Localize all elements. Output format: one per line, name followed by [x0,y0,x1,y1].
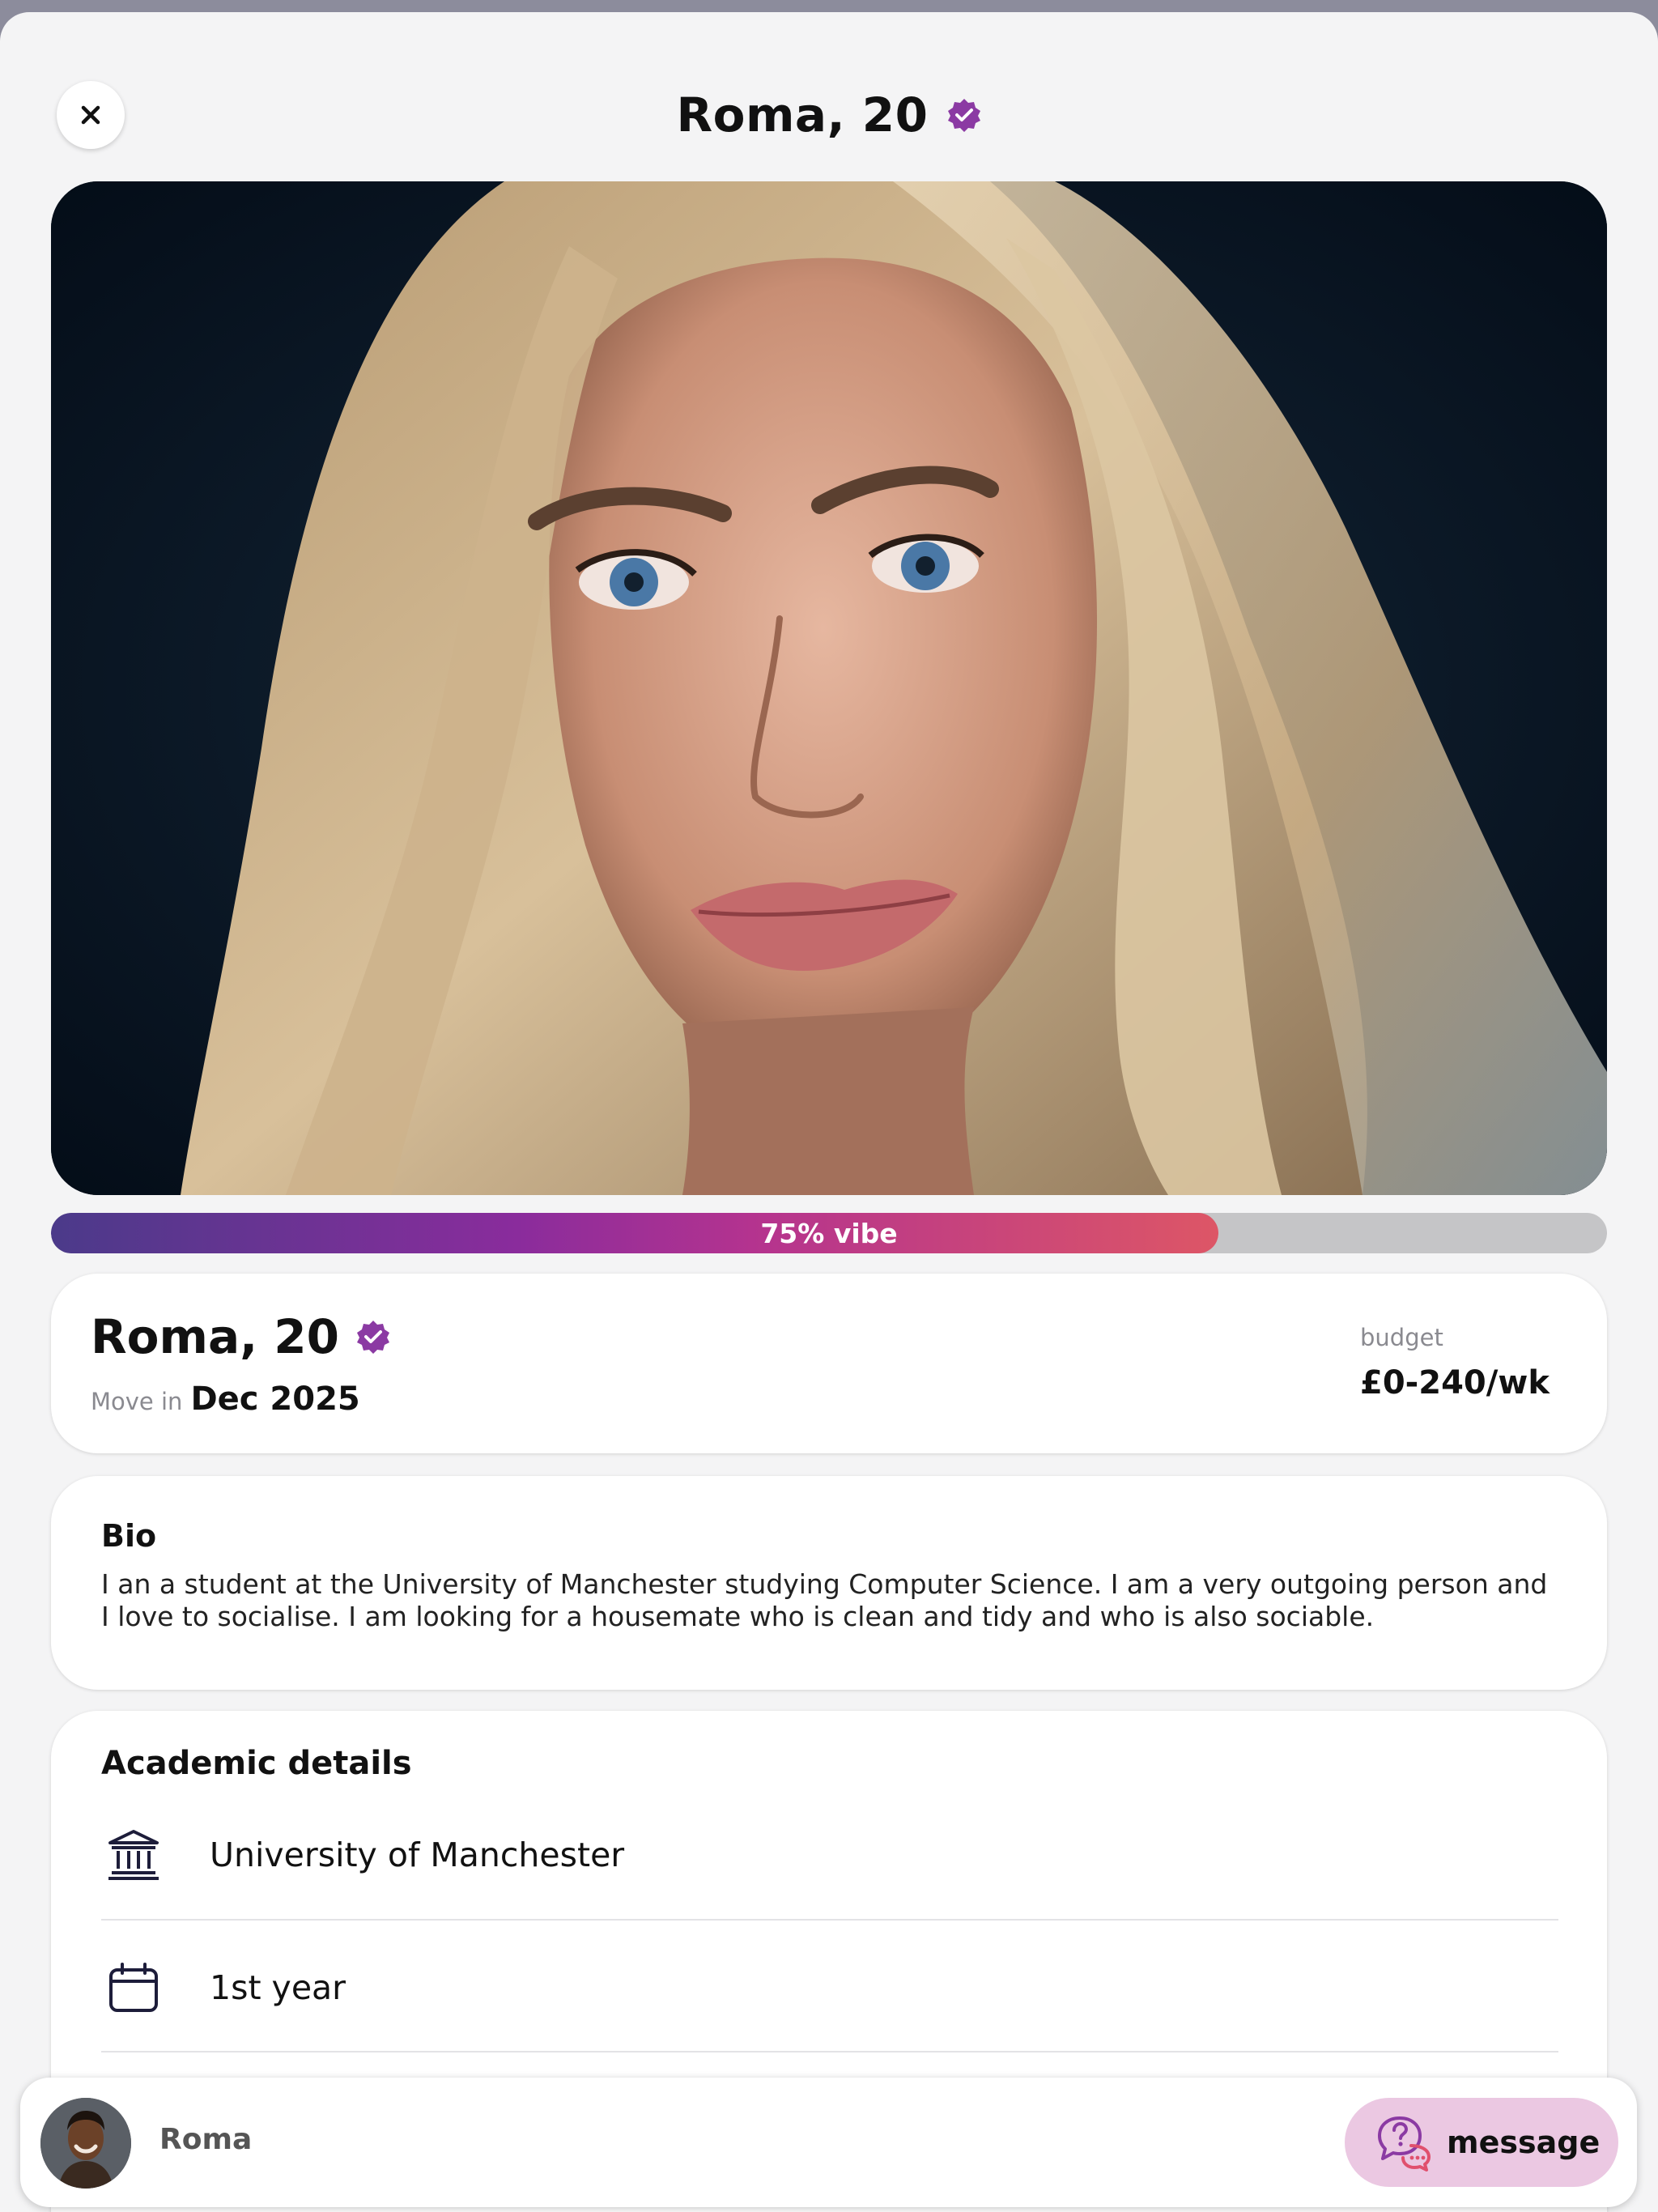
move-in-date: Dec 2025 [190,1380,360,1418]
message-button-label: message [1447,2125,1601,2160]
divider [101,1919,1558,1921]
verified-badge-icon [357,1321,390,1354]
academic-item-label: 1st year [210,1968,346,2007]
academic-item-university: University of Manchester [101,1806,1558,1904]
calendar-icon [101,1955,166,2020]
summary-name: Roma, 20 [91,1309,340,1364]
bio-card: Bio I an a student at the University of … [51,1476,1607,1690]
profile-sheet: Roma, 20 75% vibe Roma, 20 Move in Dec 2… [0,12,1658,2212]
budget-label: budget [1360,1324,1443,1351]
page-title: Roma, 20 [676,87,929,143]
academic-title: Academic details [101,1745,412,1782]
bio-text: I an a student at the University of Manc… [101,1568,1548,1632]
profile-photo[interactable] [51,181,1607,1195]
verified-badge-icon [947,99,980,132]
academic-item-label: University of Manchester [210,1836,625,1874]
university-icon [101,1823,166,1887]
bio-title: Bio [101,1518,157,1554]
divider [101,2051,1558,2052]
academic-item-year: 1st year [101,1939,1558,2036]
avatar[interactable] [40,2098,131,2189]
header: Roma, 20 [0,81,1658,149]
budget-value: £0-240/wk [1360,1364,1550,1402]
summary-name-row: Roma, 20 [91,1309,391,1364]
chat-question-icon [1378,2116,1431,2172]
bottom-action-bar: Roma message [20,2078,1637,2207]
summary-card: Roma, 20 Move in Dec 2025 budget £0-240/… [51,1274,1607,1453]
vibe-progress-bar: 75% vibe [51,1213,1607,1253]
move-in-row: Move in Dec 2025 [91,1380,360,1418]
message-button[interactable]: message [1345,2098,1618,2187]
vibe-label: 75% vibe [760,1217,898,1249]
bottom-user-name: Roma [159,2123,253,2156]
move-in-label: Move in [91,1388,183,1415]
